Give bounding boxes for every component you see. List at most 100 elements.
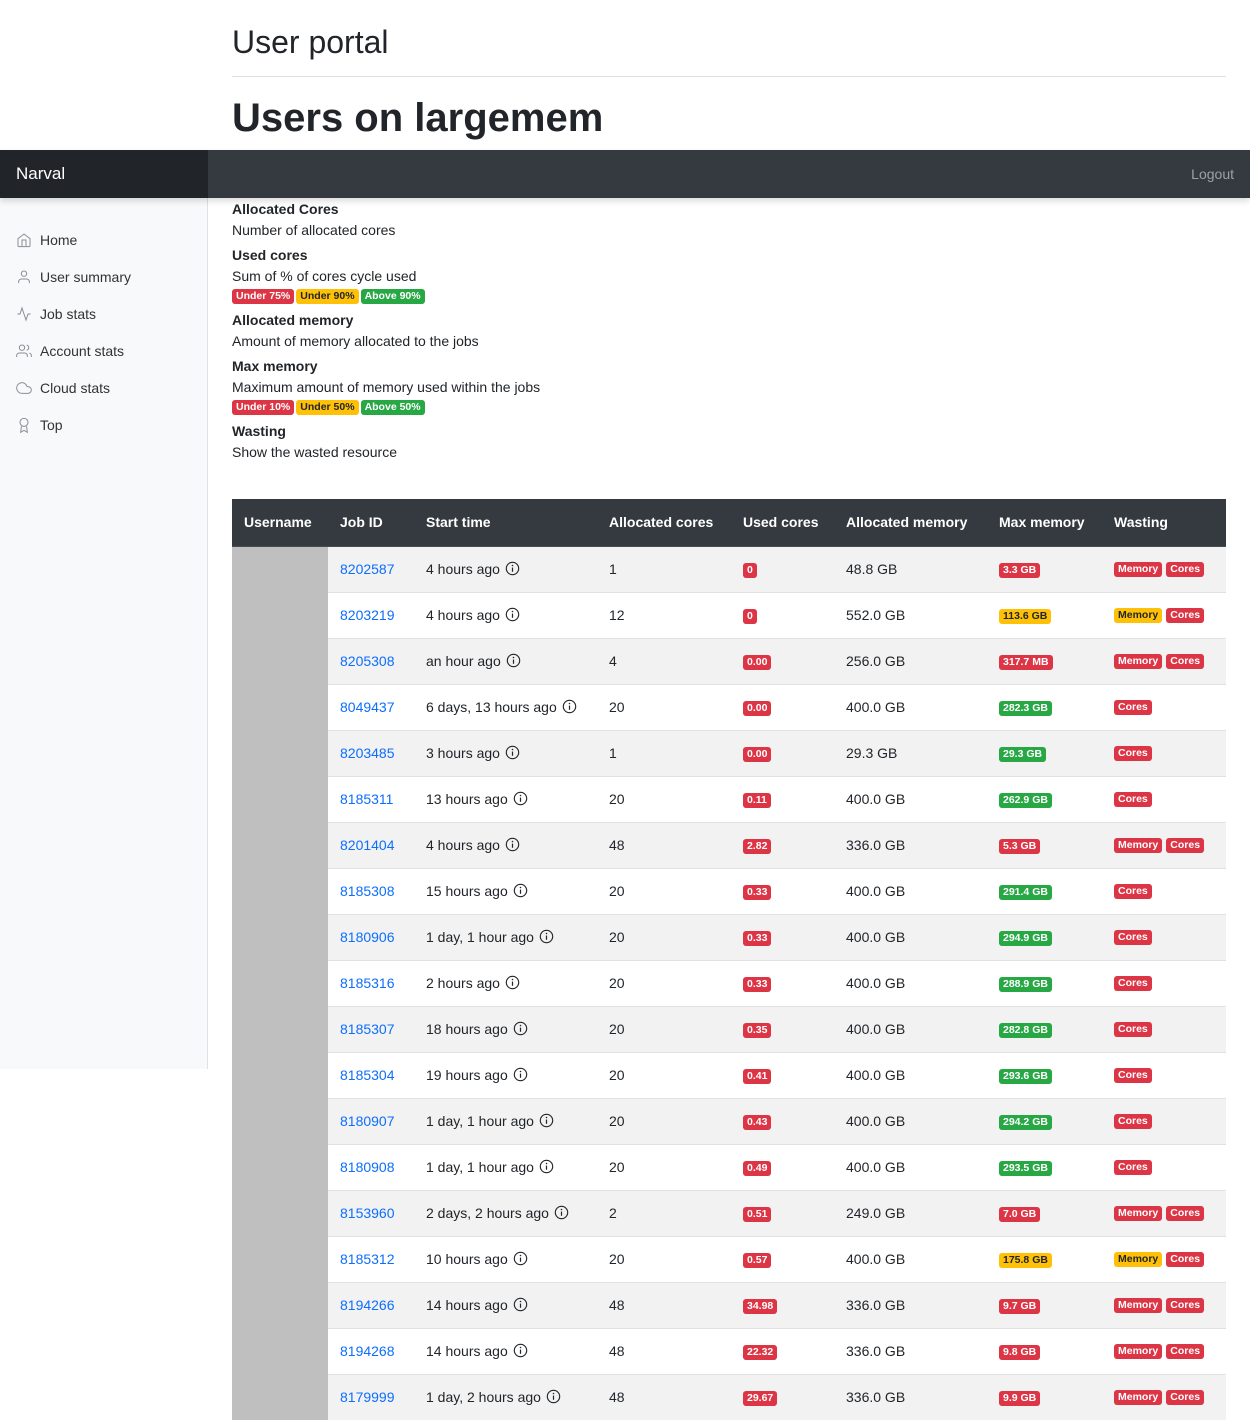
wasting-badge: Cores xyxy=(1166,837,1205,853)
job-id-cell: 8185304 xyxy=(328,1051,414,1098)
max-memory-cell: 288.9 GB xyxy=(987,959,1102,1006)
used-cores-cell: 0.49 xyxy=(731,1143,834,1190)
max-memory-badge: 262.9 GB xyxy=(999,793,1052,808)
wasting-cell: Cores xyxy=(1102,913,1226,960)
job-id-link[interactable]: 8202587 xyxy=(340,561,395,577)
info-circle-icon xyxy=(513,1067,527,1082)
sidebar-item-account-stats[interactable]: Account stats xyxy=(0,332,207,369)
info-circle-icon xyxy=(539,929,554,944)
info-icon[interactable] xyxy=(513,791,528,806)
info-icon[interactable] xyxy=(539,1113,554,1128)
job-id-link[interactable]: 8194266 xyxy=(340,1297,395,1313)
table-row: 8179999 1 day, 2 hours ago 48 29.67 336.0 GB… xyxy=(232,1373,1226,1420)
job-id-link[interactable]: 8049437 xyxy=(340,699,395,715)
allocated-cores-cell: 20 xyxy=(597,1097,731,1144)
start-time-cell: 2 hours ago xyxy=(414,959,597,1006)
job-id-link[interactable]: 8180908 xyxy=(340,1159,395,1175)
job-id-link[interactable]: 8180907 xyxy=(340,1113,395,1129)
info-icon[interactable] xyxy=(513,1251,528,1266)
info-icon[interactable] xyxy=(539,1159,554,1174)
sidebar-item-label: Account stats xyxy=(40,342,125,359)
max-memory-cell: 3.3 GB xyxy=(987,545,1102,592)
used-cores-badge: 34.98 xyxy=(743,1299,778,1314)
info-icon[interactable] xyxy=(513,1021,528,1036)
allocated-cores-cell: 20 xyxy=(597,1235,731,1282)
allocated-memory-cell: 552.0 GB xyxy=(834,591,987,638)
job-id-link[interactable]: 8179999 xyxy=(340,1389,395,1405)
used-cores-cell: 0.11 xyxy=(731,775,834,822)
status-badge: Under 75% xyxy=(232,289,295,304)
logout-link[interactable]: Logout xyxy=(1191,150,1234,198)
job-id-link[interactable]: 8185311 xyxy=(340,791,393,807)
max-memory-badge: 317.7 MB xyxy=(999,655,1053,670)
start-time-text: 1 day, 2 hours ago xyxy=(426,1389,541,1406)
job-id-cell: 8194268 xyxy=(328,1327,414,1374)
allocated-cores-cell: 20 xyxy=(597,1051,731,1098)
allocated-cores-cell: 48 xyxy=(597,1373,731,1420)
info-icon[interactable] xyxy=(505,607,520,622)
info-icon[interactable] xyxy=(539,929,554,944)
max-memory-badge: 282.8 GB xyxy=(999,1023,1052,1038)
job-id-link[interactable]: 8185304 xyxy=(340,1067,395,1083)
used-cores-badge: 0.00 xyxy=(743,701,772,716)
sidebar-item-user-summary[interactable]: User summary xyxy=(0,258,207,295)
page-title: Users on largemem xyxy=(232,96,604,140)
header-username: Username xyxy=(232,499,328,547)
job-id-link[interactable]: 8153960 xyxy=(340,1205,395,1221)
info-icon[interactable] xyxy=(505,561,520,576)
job-id-link[interactable]: 8201404 xyxy=(340,837,395,853)
wasting-badge: Cores xyxy=(1166,1297,1205,1313)
info-icon[interactable] xyxy=(562,699,577,714)
wasting-cell: Cores xyxy=(1102,1051,1226,1098)
job-id-link[interactable]: 8180906 xyxy=(340,929,395,945)
wasting-cell: Memory Cores xyxy=(1102,591,1226,638)
info-icon[interactable] xyxy=(505,745,520,760)
info-icon[interactable] xyxy=(554,1205,569,1220)
brand-logo[interactable]: Narval xyxy=(0,150,208,198)
job-id-link[interactable]: 8203219 xyxy=(340,607,395,623)
start-time-cell: 19 hours ago xyxy=(414,1051,597,1098)
status-badge: Under 50% xyxy=(296,400,359,415)
used-cores-cell: 0.00 xyxy=(731,637,834,684)
sidebar-item-job-stats[interactable]: Job stats xyxy=(0,295,207,332)
wasting-cell: Memory Cores xyxy=(1102,1327,1226,1374)
used-cores-badge: 0 xyxy=(743,563,757,578)
used-cores-badge: 0.00 xyxy=(743,747,772,762)
job-id-link[interactable]: 8185308 xyxy=(340,883,395,899)
info-icon[interactable] xyxy=(513,1343,528,1358)
info-circle-icon xyxy=(554,1205,569,1220)
job-id-link[interactable]: 8185316 xyxy=(340,975,395,991)
sidebar-item-cloud-stats[interactable]: Cloud stats xyxy=(0,369,207,406)
info-icon[interactable] xyxy=(513,1297,528,1312)
info-icon[interactable] xyxy=(546,1389,561,1404)
sidebar-item-top[interactable]: Top xyxy=(0,406,207,443)
job-id-link[interactable]: 8203485 xyxy=(340,745,395,761)
table-row: 8180907 1 day, 1 hour ago 20 0.43 400.0 GB 29… xyxy=(232,1097,1226,1144)
legend-desc: Maximum amount of memory used within the… xyxy=(232,379,541,395)
wasting-cell: Memory Cores xyxy=(1102,637,1226,684)
top-navbar: Narval Logout xyxy=(0,150,1250,198)
wasting-cell: Cores xyxy=(1102,959,1226,1006)
start-time-cell: 4 hours ago xyxy=(414,545,597,592)
used-cores-cell: 22.32 xyxy=(731,1327,834,1374)
max-memory-cell: 294.2 GB xyxy=(987,1097,1102,1144)
table-body: 8202587 4 hours ago 1 0 48.8 GB 3.3 GB Memory C… xyxy=(232,545,1226,1420)
info-icon[interactable] xyxy=(505,837,520,852)
sidebar-item-home[interactable]: Home xyxy=(0,221,207,258)
max-memory-badge: 29.3 GB xyxy=(999,747,1047,762)
allocated-memory-cell: 336.0 GB xyxy=(834,1281,987,1328)
job-id-link[interactable]: 8205308 xyxy=(340,653,395,669)
info-icon[interactable] xyxy=(505,975,520,990)
job-id-link[interactable]: 8185312 xyxy=(340,1251,395,1267)
info-circle-icon xyxy=(506,653,520,668)
used-cores-cell: 0.51 xyxy=(731,1189,834,1236)
used-cores-badge: 0.33 xyxy=(743,977,772,992)
wasting-badge: Cores xyxy=(1114,1021,1152,1037)
info-icon[interactable] xyxy=(513,883,528,898)
job-id-link[interactable]: 8194268 xyxy=(340,1343,395,1359)
info-icon[interactable] xyxy=(506,653,521,668)
max-memory-badge: 175.8 GB xyxy=(999,1253,1052,1268)
used-cores-cell: 0.35 xyxy=(731,1005,834,1052)
job-id-link[interactable]: 8185307 xyxy=(340,1021,395,1037)
info-icon[interactable] xyxy=(513,1067,528,1082)
